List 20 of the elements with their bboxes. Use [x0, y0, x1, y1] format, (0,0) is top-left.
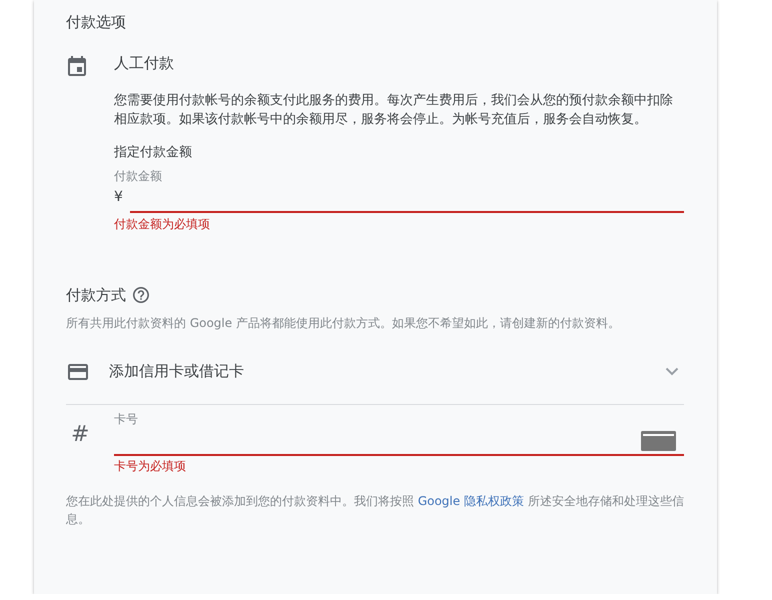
privacy-notice: 您在此处提供的个人信息会被添加到您的付款资料中。我们将按照 Google 隐私权政策 所述安全地存储和处理这些信息。 [66, 493, 684, 528]
section-title: 付款方式 [66, 285, 126, 305]
manual-payment-description: 您需要使用付款帐号的余额支付此服务的费用。每次产生费用后，我们会从您的预付款余额中扣除相应款项。如果该付款帐号中的余额用尽，服务将会停止。为帐号充值后，服务会自动恢复。 [114, 92, 674, 129]
card-number-error-message: 卡号为必填项 [114, 458, 187, 474]
card-number-label: 卡号 [114, 411, 139, 427]
payment-method-description: 所有共用此付款资料的 Google 产品将都能使用此付款方式。如果您不希望如此，请创建新的付款资料。 [66, 315, 621, 331]
credit-card-icon [68, 364, 88, 380]
amount-heading: 指定付款金额 [114, 144, 193, 162]
chevron-down-icon [665, 367, 679, 376]
calendar-icon [68, 56, 86, 76]
manual-payment-title: 人工付款 [114, 53, 175, 73]
card-icon [641, 430, 676, 450]
help-icon[interactable] [133, 287, 149, 303]
add-card-header[interactable]: 添加信用卡或借记卡 [66, 339, 684, 405]
currency-symbol: ¥ [114, 188, 124, 207]
privacy-policy-link[interactable]: Google 隐私权政策 [418, 494, 524, 508]
amount-error-message: 付款金额为必填项 [114, 216, 211, 232]
amount-label: 付款金额 [114, 168, 163, 184]
hash-symbol: # [71, 422, 90, 448]
section-title: 付款选项 [66, 12, 126, 32]
